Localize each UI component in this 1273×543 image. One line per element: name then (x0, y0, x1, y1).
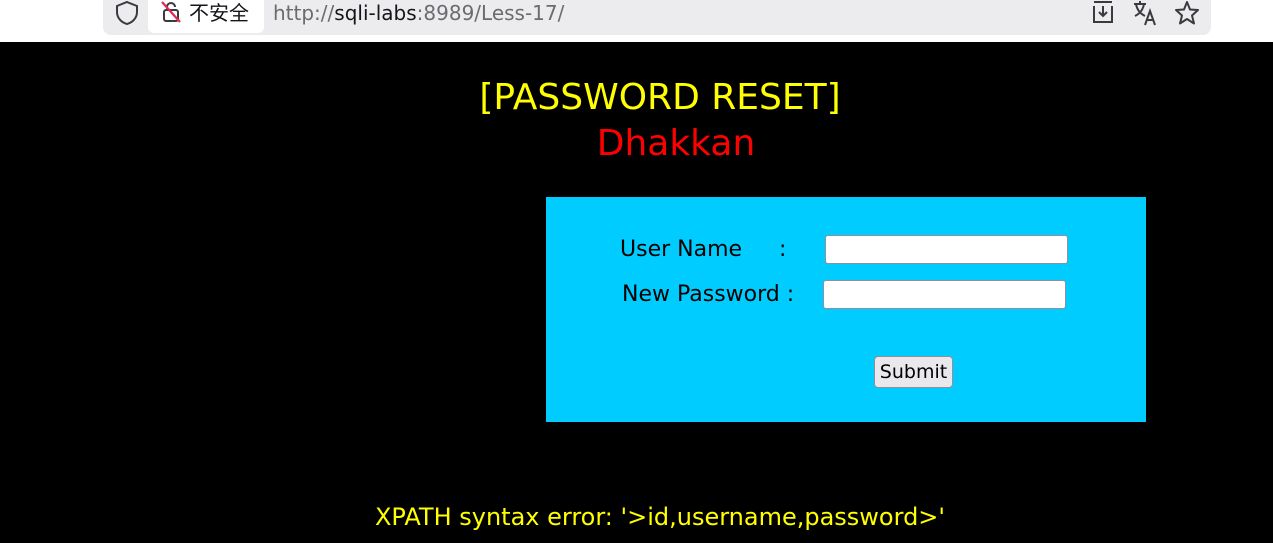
url-host: sqli-labs (334, 1, 417, 25)
url-path: :8989/Less-17/ (416, 1, 565, 25)
download-icon[interactable] (1090, 0, 1116, 26)
error-message: XPATH syntax error: '>id,username,passwo… (374, 503, 946, 531)
page-subtitle: Dhakkan (596, 123, 756, 164)
page-content: [PASSWORD RESET] Dhakkan User Name : New… (0, 42, 1273, 543)
url-scheme: http:// (273, 1, 335, 25)
new-password-input[interactable] (823, 280, 1066, 309)
username-label: User Name (620, 237, 743, 262)
username-input[interactable] (825, 235, 1068, 264)
browser-toolbar: 不安全 http://sqli-labs:8989/Less-17/ (0, 0, 1273, 42)
shield-icon[interactable] (114, 0, 140, 26)
new-password-label: New Password : (622, 282, 795, 307)
security-label: 不安全 (189, 1, 249, 25)
insecure-lock-icon (161, 1, 181, 23)
security-status-chip[interactable]: 不安全 (148, 0, 264, 33)
password-reset-form: User Name : New Password : Submit (546, 197, 1146, 422)
address-bar[interactable] (103, 0, 1211, 35)
bookmark-star-icon[interactable] (1174, 0, 1200, 26)
url-text[interactable]: http://sqli-labs:8989/Less-17/ (273, 0, 564, 26)
username-colon: : (779, 237, 787, 262)
page-title: [PASSWORD RESET] (479, 77, 841, 118)
translate-icon[interactable] (1132, 0, 1158, 26)
submit-button[interactable]: Submit (874, 356, 953, 388)
